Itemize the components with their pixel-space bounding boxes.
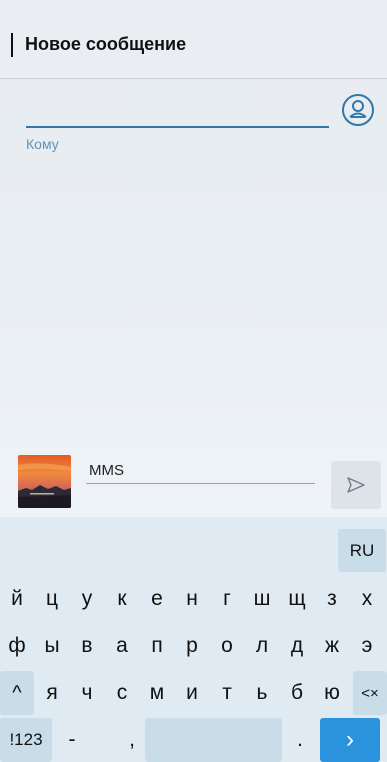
key-б[interactable]: б xyxy=(280,671,314,715)
key-ф[interactable]: ф xyxy=(0,624,34,668)
comma-key[interactable]: , xyxy=(115,718,149,762)
key-э[interactable]: э xyxy=(350,624,384,668)
key-д[interactable]: д xyxy=(280,624,314,668)
send-icon xyxy=(347,477,365,493)
key-ж[interactable]: ж xyxy=(315,624,349,668)
key-м[interactable]: м xyxy=(140,671,174,715)
key-щ[interactable]: щ xyxy=(280,577,314,621)
key-к[interactable]: к xyxy=(105,577,139,621)
send-button[interactable] xyxy=(331,461,381,509)
key-л[interactable]: л xyxy=(245,624,279,668)
key-и[interactable]: и xyxy=(175,671,209,715)
key-в[interactable]: в xyxy=(70,624,104,668)
key-ю[interactable]: ю xyxy=(315,671,349,715)
key-ц[interactable]: ц xyxy=(35,577,69,621)
message-input[interactable] xyxy=(86,483,315,484)
mms-label: MMS xyxy=(89,462,124,479)
numbers-key[interactable]: !123 xyxy=(0,718,52,762)
enter-key[interactable]: › xyxy=(320,718,380,762)
key-з[interactable]: з xyxy=(315,577,349,621)
recipient-input[interactable] xyxy=(26,126,329,128)
backspace-key[interactable]: <× xyxy=(353,671,387,715)
app-header: Новое сообщение xyxy=(0,0,387,79)
period-key[interactable]: . xyxy=(283,718,317,762)
key-е[interactable]: е xyxy=(140,577,174,621)
recipient-label: Кому xyxy=(26,136,59,152)
shift-key[interactable]: ^ xyxy=(0,671,34,715)
key-а[interactable]: а xyxy=(105,624,139,668)
key-т[interactable]: т xyxy=(210,671,244,715)
on-screen-keyboard: RU йцукенгшщзх фывапролджэ ячсмитьбю ^ <… xyxy=(0,517,387,762)
key-с[interactable]: с xyxy=(105,671,139,715)
key-ы[interactable]: ы xyxy=(35,624,69,668)
enter-icon: › xyxy=(346,726,354,753)
key-х[interactable]: х xyxy=(350,577,384,621)
language-key[interactable]: RU xyxy=(338,529,386,572)
key-г[interactable]: г xyxy=(210,577,244,621)
key-я[interactable]: я xyxy=(35,671,69,715)
new-message-screen: Новое сообщение Кому MMS RU й ц у к е н … xyxy=(0,0,387,762)
key-ь[interactable]: ь xyxy=(245,671,279,715)
key-р[interactable]: р xyxy=(175,624,209,668)
page-title: Новое сообщение xyxy=(25,34,187,54)
image-thumbnail[interactable] xyxy=(18,455,71,508)
dash-key[interactable]: - xyxy=(55,718,89,762)
key-н[interactable]: н xyxy=(175,577,209,621)
key-у[interactable]: у xyxy=(70,577,104,621)
key-ш[interactable]: ш xyxy=(245,577,279,621)
key-о[interactable]: о xyxy=(210,624,244,668)
contact-person-icon[interactable] xyxy=(341,93,375,127)
key-п[interactable]: п xyxy=(140,624,174,668)
key-й[interactable]: й xyxy=(0,577,34,621)
text-cursor xyxy=(11,33,13,57)
key-ч[interactable]: ч xyxy=(70,671,104,715)
space-key[interactable] xyxy=(145,718,282,762)
